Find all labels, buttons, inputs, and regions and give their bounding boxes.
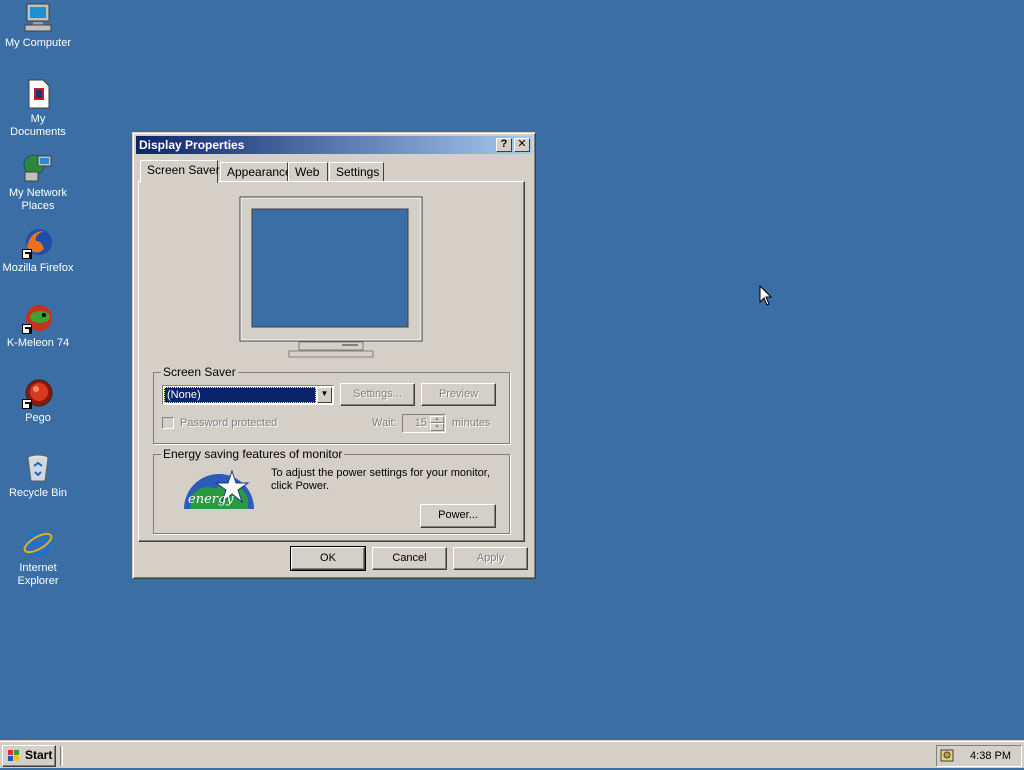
tab-screen-saver[interactable]: Screen Saver — [140, 160, 220, 183]
chevron-down-icon[interactable]: ▼ — [317, 387, 332, 403]
help-button[interactable]: ? — [496, 138, 512, 152]
desktop-icon-label: My Computer — [4, 37, 72, 49]
spin-down-icon[interactable]: ▼ — [430, 423, 444, 431]
minutes-label: minutes — [452, 417, 491, 429]
spin-up-icon[interactable]: ▲ — [430, 416, 444, 423]
energy-description: To adjust the power settings for your mo… — [271, 467, 490, 492]
energy-star-logo: energy — [182, 465, 256, 511]
tab-settings[interactable]: Settings — [329, 162, 384, 182]
desktop-icon-my-computer[interactable]: My Computer — [0, 2, 76, 50]
tray-clock[interactable]: 4:38 PM — [970, 746, 1011, 766]
windows-logo-icon — [7, 749, 21, 763]
desktop-icon-label: My Documents — [10, 113, 66, 138]
desktop-icon-recycle-bin[interactable]: Recycle Bin — [0, 452, 76, 500]
preview-button[interactable]: Preview — [421, 383, 496, 406]
tab-panel-screen-saver: Screen Saver (None) ▼ Settings... Previe… — [138, 181, 525, 542]
taskbar: Start 4:38 PM — [0, 740, 1024, 768]
desktop-icon-pego[interactable]: Pego — [0, 377, 76, 425]
apply-button[interactable]: Apply — [453, 547, 528, 570]
system-tray: 4:38 PM — [936, 745, 1022, 767]
network-icon — [22, 152, 54, 184]
screen-saver-select[interactable]: (None) ▼ — [162, 385, 334, 405]
tray-network-icon[interactable] — [940, 748, 954, 763]
documents-icon — [22, 78, 54, 110]
screen-saver-settings-button[interactable]: Settings... — [340, 383, 415, 406]
desktop-icon-label: Mozilla Firefox — [2, 262, 74, 274]
energy-saving-group-title: Energy saving features of monitor — [161, 447, 345, 461]
wait-minutes-spinner[interactable]: 15 ▲ ▼ — [402, 414, 446, 433]
energy-logo-text: energy — [188, 492, 234, 507]
shortcut-arrow-icon — [22, 324, 32, 334]
power-button[interactable]: Power... — [420, 504, 496, 528]
tab-web[interactable]: Web — [288, 162, 328, 182]
wait-label: Wait: — [372, 417, 397, 429]
ok-button[interactable]: OK — [290, 546, 366, 571]
desktop-icon-my-network-places[interactable]: My Network Places — [0, 152, 76, 213]
password-protected-label: Password protected — [180, 417, 278, 429]
wait-value: 15 — [414, 417, 427, 429]
desktop-icon-label: Recycle Bin — [8, 487, 68, 499]
shortcut-arrow-icon — [22, 249, 32, 259]
tab-appearance[interactable]: Appearance — [220, 162, 292, 182]
desktop-icon-label: K-Meleon 74 — [6, 337, 70, 349]
desktop-icon-label: My Network Places — [8, 187, 68, 212]
display-properties-dialog: Display Properties ? ✕ Screen Saver Appe… — [132, 132, 536, 579]
desktop-icon-k-meleon[interactable]: K-Meleon 74 — [0, 302, 76, 350]
pego-icon — [22, 377, 54, 409]
start-label: Start — [25, 748, 53, 762]
monitor-preview — [239, 196, 425, 366]
close-button[interactable]: ✕ — [514, 138, 530, 152]
desktop-icon-internet-explorer[interactable]: Internet Explorer — [0, 527, 76, 588]
password-protected-checkbox[interactable] — [162, 417, 174, 429]
taskbar-separator — [60, 746, 63, 766]
screen-saver-group-title: Screen Saver — [161, 365, 238, 379]
firefox-icon — [22, 227, 54, 259]
recycle-bin-icon — [22, 452, 54, 484]
ie-icon — [22, 527, 54, 559]
shortcut-arrow-icon — [22, 399, 32, 409]
energy-saving-group: Energy saving features of monitor energy… — [153, 447, 510, 534]
cancel-button[interactable]: Cancel — [372, 547, 447, 570]
dialog-title: Display Properties — [139, 138, 245, 152]
kmeleon-icon — [22, 302, 54, 334]
desktop-icon-my-documents[interactable]: My Documents — [0, 78, 76, 139]
desktop-icon-label: Internet Explorer — [17, 562, 59, 587]
dialog-titlebar[interactable]: Display Properties ? ✕ — [136, 136, 532, 154]
start-button[interactable]: Start — [2, 745, 56, 767]
desktop-icon-mozilla-firefox[interactable]: Mozilla Firefox — [0, 227, 76, 275]
computer-icon — [22, 2, 54, 34]
screen-saver-group: Screen Saver (None) ▼ Settings... Previe… — [153, 365, 510, 444]
mouse-cursor-icon — [759, 284, 773, 307]
screen-saver-selected-value: (None) — [164, 387, 316, 403]
desktop-icon-label: Pego — [25, 412, 51, 424]
